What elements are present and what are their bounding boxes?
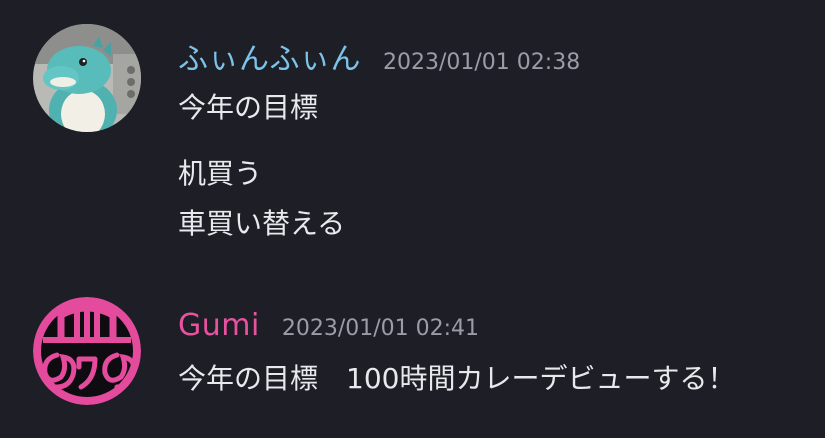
pink-nowano-logo-avatar-icon bbox=[33, 297, 141, 405]
username[interactable]: ふぃんふぃん bbox=[178, 34, 361, 78]
message-line: 車買い替える bbox=[178, 207, 346, 240]
user-avatar[interactable] bbox=[33, 297, 141, 405]
timestamp: 2023/01/01 02:41 bbox=[281, 316, 480, 341]
message-line: 今年の目標 bbox=[178, 91, 319, 124]
message-line: 机買う bbox=[178, 157, 263, 190]
chat-message: Gumi 2023/01/01 02:41 今年の目標 100時間カレーデビュー… bbox=[0, 270, 825, 438]
message-line: 今年の目標 100時間カレーデビューする！ bbox=[178, 362, 736, 395]
username[interactable]: Gumi bbox=[178, 308, 260, 343]
timestamp: 2023/01/01 02:38 bbox=[383, 50, 581, 75]
user-avatar[interactable] bbox=[33, 24, 141, 132]
message-header: Gumi 2023/01/01 02:41 bbox=[178, 308, 479, 343]
message-header: ふぃんふぃん 2023/01/01 02:38 bbox=[178, 34, 580, 78]
plush-dinosaur-avatar-icon bbox=[33, 24, 141, 132]
chat-message: ふぃんふぃん 2023/01/01 02:38 今年の目標 机買う 車買い替える bbox=[0, 0, 825, 270]
